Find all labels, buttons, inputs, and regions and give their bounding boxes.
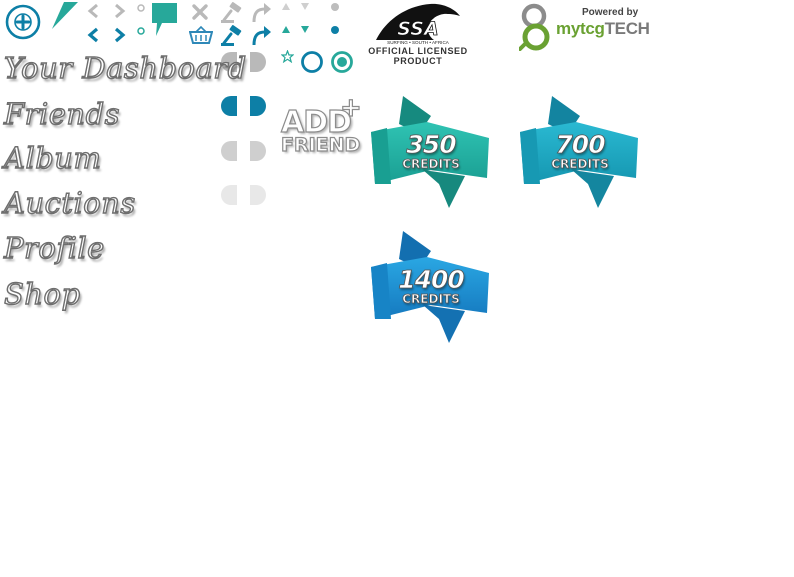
dot-grey-icon bbox=[331, 3, 339, 11]
add-friend-plus-icon: + bbox=[339, 93, 362, 123]
mytcg-emblem-icon bbox=[519, 3, 550, 51]
credits-label-700: 700 CREDITS bbox=[520, 130, 640, 171]
menu-item-profile[interactable]: Profile bbox=[3, 230, 105, 265]
credits-ribbon-350[interactable]: 350 CREDITS bbox=[369, 94, 493, 212]
powered-by-mytcg-logo: Powered by mytcgTECH bbox=[519, 3, 654, 53]
mytcg-brand-a: mytcg bbox=[556, 19, 605, 38]
ring-teal-selected-icon[interactable] bbox=[330, 50, 354, 74]
menu-item-friends[interactable]: Friends bbox=[3, 96, 120, 131]
credits-label-1400: 1400 CREDITS bbox=[371, 265, 491, 306]
ssa-logo: SSA SURFING • SOUTH • AFRICA OFFICIAL LI… bbox=[368, 2, 468, 66]
mytcg-brand-b: TECH bbox=[604, 19, 650, 38]
dot-blue-icon bbox=[331, 26, 339, 34]
star-icon[interactable] bbox=[281, 50, 294, 63]
ssa-official-line1: OFFICIAL LICENSED bbox=[368, 46, 468, 56]
mytcg-brand: mytcgTECH bbox=[556, 19, 650, 39]
credits-ribbon-1400[interactable]: 1400 CREDITS bbox=[369, 229, 493, 347]
powered-by-label: Powered by bbox=[582, 7, 639, 18]
chevron-left-grey-icon[interactable] bbox=[86, 3, 102, 19]
credits-amount: 350 bbox=[406, 130, 457, 159]
triangle-down-teal-icon[interactable] bbox=[300, 25, 310, 34]
triangle-up-teal-icon[interactable] bbox=[281, 25, 291, 34]
gavel-grey-icon[interactable] bbox=[220, 2, 244, 24]
ssa-tagline: SURFING • SOUTH • AFRICA bbox=[387, 40, 450, 45]
close-icon[interactable] bbox=[191, 3, 209, 21]
menu-item-auctions[interactable]: Auctions bbox=[3, 185, 136, 220]
add-circle-icon[interactable] bbox=[4, 3, 44, 41]
menu-item-your-dashboard[interactable]: Your Dashboard bbox=[3, 50, 247, 85]
gavel-blue-icon[interactable] bbox=[220, 25, 244, 47]
triangle-up-grey-icon[interactable] bbox=[281, 2, 291, 11]
menu-item-album[interactable]: Album bbox=[3, 140, 101, 175]
small-ring-teal-icon bbox=[137, 27, 145, 35]
redo-arrow-blue-icon[interactable] bbox=[250, 25, 272, 47]
ring-blue-icon[interactable] bbox=[300, 50, 324, 74]
credits-unit: CREDITS bbox=[551, 157, 609, 171]
chevron-right-grey-icon[interactable] bbox=[111, 3, 127, 19]
credits-amount: 700 bbox=[555, 130, 606, 159]
corner-triangle-icon bbox=[52, 2, 78, 29]
ssa-wave-icon: SSA SURFING • SOUTH • AFRICA bbox=[376, 3, 460, 45]
chevron-right-blue-icon[interactable] bbox=[111, 27, 127, 43]
credits-unit: CREDITS bbox=[402, 292, 460, 306]
chevron-left-blue-icon[interactable] bbox=[86, 27, 102, 43]
toggle-pill-light-icon[interactable] bbox=[220, 184, 268, 206]
ssa-official-line2: PRODUCT bbox=[393, 56, 443, 66]
triangle-down-grey-icon[interactable] bbox=[300, 2, 310, 11]
redo-arrow-grey-icon[interactable] bbox=[250, 2, 272, 24]
credits-label-350: 350 CREDITS bbox=[371, 130, 491, 171]
speech-bubble-icon[interactable] bbox=[150, 2, 180, 38]
credits-amount: 1400 bbox=[398, 265, 465, 294]
toggle-pill-blue-icon[interactable] bbox=[220, 95, 268, 117]
credits-ribbon-700[interactable]: 700 CREDITS bbox=[518, 94, 642, 212]
ssa-mark: SSA bbox=[397, 18, 438, 40]
small-ring-grey-icon bbox=[137, 4, 145, 12]
add-friend-line2: FRIEND bbox=[280, 134, 361, 156]
basket-icon[interactable] bbox=[189, 25, 213, 45]
toggle-pill-soft-grey-icon[interactable] bbox=[220, 140, 268, 162]
menu-item-shop[interactable]: Shop bbox=[3, 276, 80, 311]
credits-unit: CREDITS bbox=[402, 157, 460, 171]
